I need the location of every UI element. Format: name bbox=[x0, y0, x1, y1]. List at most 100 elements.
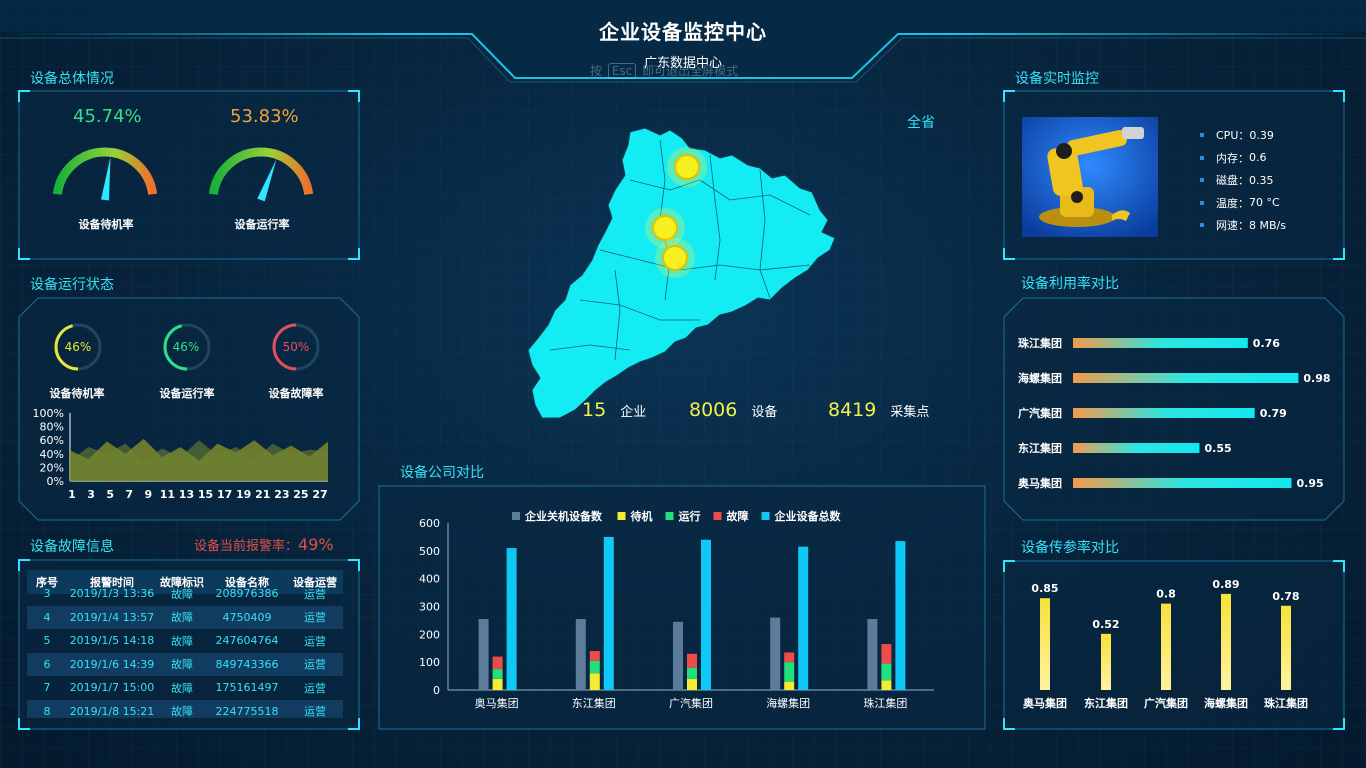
table-row[interactable]: 4 2019/1/4 13:57 故障 4750409 运营 bbox=[27, 605, 343, 629]
compare-y-tick: 200 bbox=[419, 628, 440, 641]
area-x-tick: 21 bbox=[255, 488, 270, 501]
guangdong-map[interactable] bbox=[520, 120, 850, 420]
metric-item: 磁盘： 0.35 bbox=[1200, 169, 1286, 192]
metric-value: 70 °C bbox=[1249, 196, 1280, 210]
company-compare-title: 设备公司对比 bbox=[400, 465, 484, 481]
alarm-rate-value: 49% bbox=[298, 535, 334, 554]
faults-title: 设备故障信息 bbox=[30, 539, 114, 555]
legend-swatch bbox=[617, 512, 626, 520]
realtime-metrics: CPU： 0.39 内存： 0.6 磁盘： 0.35 温度： 70 °C 网速： 8 MB/s bbox=[1200, 124, 1286, 237]
util-value-label: 0.76 bbox=[1253, 337, 1280, 350]
metric-item: CPU： 0.39 bbox=[1200, 124, 1286, 147]
metric-label: 温度： bbox=[1216, 196, 1249, 210]
stat-devices: 8006 设备 bbox=[689, 399, 777, 421]
running-rate-value: 53.83% bbox=[230, 106, 299, 127]
bullet-icon bbox=[1200, 178, 1204, 183]
alarm-rate: 设备当前报警率：49% bbox=[194, 535, 334, 554]
bar-stack-segment bbox=[784, 681, 795, 690]
page-subtitle: 广东数据中心 bbox=[643, 56, 722, 71]
table-cell: 故障 bbox=[171, 587, 193, 601]
table-cell: 2019/1/7 15:00 bbox=[69, 681, 155, 695]
util-value-label: 0.95 bbox=[1297, 477, 1324, 490]
bar-stack-segment bbox=[784, 662, 795, 682]
table-cell: 6 bbox=[43, 657, 51, 671]
util-category-label: 海螺集团 bbox=[1018, 371, 1062, 385]
area-y-tick: 0% bbox=[47, 475, 64, 488]
util-bar bbox=[1073, 478, 1292, 488]
table-cell: 8 bbox=[43, 704, 51, 718]
bar-off bbox=[673, 621, 683, 690]
util-category-label: 珠江集团 bbox=[1018, 336, 1062, 350]
table-cell: 运营 bbox=[304, 587, 326, 601]
table-row[interactable]: 6 2019/1/6 14:39 故障 849743366 运营 bbox=[27, 652, 343, 676]
map-marker[interactable] bbox=[652, 215, 678, 241]
bullet-icon bbox=[1200, 200, 1204, 205]
compare-x-tick: 珠江集团 bbox=[863, 696, 907, 710]
area-x-tick: 7 bbox=[125, 488, 133, 501]
bar-stack-segment bbox=[687, 653, 697, 668]
stat-label: 设备 bbox=[751, 405, 778, 420]
transfer-value-label: 0.52 bbox=[1092, 618, 1119, 631]
realtime-title: 设备实时监控 bbox=[1015, 71, 1099, 87]
table-cell: 运营 bbox=[304, 681, 326, 695]
table-cell: 故障 bbox=[171, 634, 193, 648]
fault-table[interactable]: 序号 报警时间 故障标识 设备名称 设备运营 3 2019/1/3 13:36 故障… bbox=[27, 570, 343, 718]
transfer-bar bbox=[1221, 593, 1231, 690]
run-status-title: 设备运行状态 bbox=[30, 277, 114, 293]
bar-total bbox=[603, 536, 614, 690]
standby-gauge-label: 设备待机率 bbox=[78, 218, 134, 231]
legend-swatch bbox=[665, 512, 674, 520]
transfer-category-label: 广汽集团 bbox=[1144, 696, 1188, 710]
bar-stack-segment bbox=[881, 680, 892, 690]
bar-total bbox=[895, 541, 906, 690]
bar-total bbox=[798, 546, 809, 690]
table-row[interactable]: 8 2019/1/8 15:21 故障 224775518 运营 bbox=[27, 699, 343, 718]
transfer-title: 设备传参率对比 bbox=[1021, 540, 1119, 556]
legend-swatch bbox=[713, 512, 722, 520]
legend-label: 运行 bbox=[679, 509, 701, 523]
area-x-tick: 25 bbox=[293, 488, 308, 501]
map-marker[interactable] bbox=[674, 154, 700, 180]
bullet-icon bbox=[1200, 155, 1204, 160]
stat-enterprises: 15 企业 bbox=[582, 399, 646, 421]
table-row[interactable]: 7 2019/1/7 15:00 故障 175161497 运营 bbox=[27, 676, 343, 700]
robot-arm-image bbox=[1022, 117, 1158, 237]
legend-swatch bbox=[761, 512, 770, 520]
stat-number: 15 bbox=[582, 399, 607, 421]
transfer-category-label: 珠江集团 bbox=[1264, 696, 1308, 710]
stat-number: 8006 bbox=[689, 399, 738, 421]
transfer-bar bbox=[1281, 605, 1291, 690]
util-value-label: 0.79 bbox=[1260, 407, 1287, 420]
fault-ring-value: 50% bbox=[282, 340, 310, 354]
metric-label: CPU： bbox=[1216, 129, 1250, 143]
area-y-tick: 80% bbox=[40, 421, 64, 434]
stat-label: 企业 bbox=[620, 405, 647, 420]
transfer-bar bbox=[1161, 603, 1171, 690]
table-cell: 224775518 bbox=[215, 704, 279, 718]
map-marker[interactable] bbox=[662, 245, 688, 271]
overview-title: 设备总体情况 bbox=[30, 71, 114, 87]
utilization-title: 设备利用率对比 bbox=[1021, 276, 1119, 292]
metric-value: 0.6 bbox=[1249, 151, 1267, 165]
transfer-value-label: 0.8 bbox=[1156, 588, 1176, 601]
metric-label: 磁盘： bbox=[1216, 174, 1249, 188]
transfer-chart: 0.85 奥马集团 0.52 东江集团 0.8 广汽集团 0.89 海螺集团 0.78 珠江集团 bbox=[1022, 578, 1308, 710]
province-button[interactable]: 全省 bbox=[907, 112, 935, 132]
table-row[interactable]: 5 2019/1/5 14:18 故障 247604764 运营 bbox=[27, 629, 343, 653]
table-cell: 2019/1/6 14:39 bbox=[69, 657, 155, 671]
bar-stack-segment bbox=[687, 667, 697, 679]
compare-y-tick: 100 bbox=[419, 656, 440, 669]
overview-gauges bbox=[52, 147, 314, 202]
util-bar bbox=[1073, 373, 1299, 383]
metric-item: 网速： 8 MB/s bbox=[1200, 214, 1286, 237]
area-x-tick: 13 bbox=[179, 488, 194, 501]
area-y-tick: 20% bbox=[40, 461, 64, 474]
bar-total bbox=[701, 539, 711, 690]
transfer-category-label: 海螺集团 bbox=[1204, 696, 1248, 710]
bar-stack-segment bbox=[881, 663, 892, 681]
metric-value: 8 MB/s bbox=[1249, 218, 1286, 232]
table-cell: 2019/1/4 13:57 bbox=[69, 610, 155, 624]
table-cell: 4 bbox=[43, 610, 51, 624]
standby-ring-label: 设备待机率 bbox=[49, 387, 105, 400]
bar-stack-segment bbox=[589, 673, 600, 690]
